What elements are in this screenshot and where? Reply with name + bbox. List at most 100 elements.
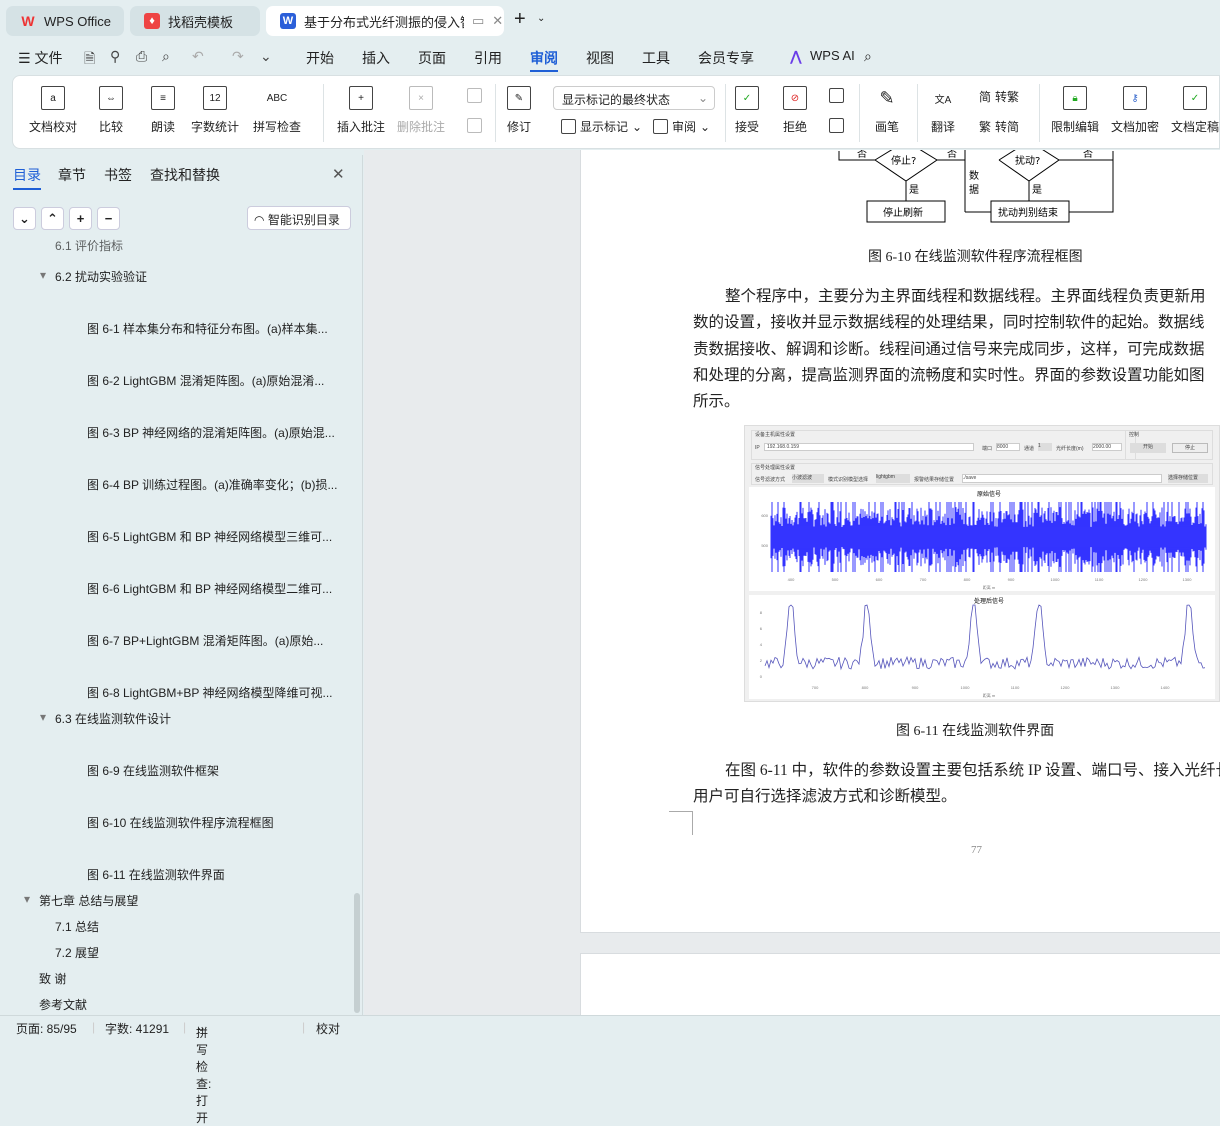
tick-label: 1400 xyxy=(1161,685,1171,690)
tab-wps-office[interactable]: W WPS Office xyxy=(6,6,124,36)
toc-item[interactable]: 图 6-8 LightGBM+BP 神经网络模型降维可视... xyxy=(87,684,333,701)
expand-arrow-icon[interactable]: ▾ xyxy=(24,892,30,906)
close-tab-icon[interactable]: ✕ xyxy=(492,13,503,29)
tab-list-chevron-icon[interactable]: ⌄ xyxy=(537,13,545,24)
read-aloud-button[interactable]: ≡ 朗读 xyxy=(151,86,175,135)
menu-page[interactable]: 页面 xyxy=(418,48,446,68)
menu-view[interactable]: 视图 xyxy=(586,48,614,68)
menu-review[interactable]: 审阅 xyxy=(530,48,558,72)
flow-label-yes: 是 xyxy=(1032,184,1042,196)
sidebar-tab-toc[interactable]: 目录 xyxy=(13,165,41,190)
add-level-button[interactable]: + xyxy=(69,207,92,230)
expand-arrow-icon[interactable]: ▾ xyxy=(40,268,46,282)
prev-change-icon[interactable] xyxy=(829,88,844,103)
close-sidebar-icon[interactable]: ✕ xyxy=(332,165,345,183)
proofread-status[interactable]: 校对 xyxy=(316,1020,340,1037)
chevron-down-icon: ⌄ xyxy=(697,91,708,105)
toc-item[interactable]: 图 6-7 BP+LightGBM 混淆矩阵图。(a)原始... xyxy=(87,632,323,649)
track-changes-button[interactable]: ✎ 修订 xyxy=(507,86,531,135)
tick-label: 1200 xyxy=(1139,577,1149,582)
show-markup-button[interactable]: 显示标记 ⌄ xyxy=(561,118,642,135)
finalize-button[interactable]: ✓ 文档定稿 xyxy=(1171,86,1219,135)
encrypt-button[interactable]: ⚷ 文档加密 xyxy=(1111,86,1159,135)
markup-state-select[interactable]: 显示标记的最终状态 ⌄ xyxy=(553,86,715,110)
toc-item[interactable]: 图 6-11 在线监测软件界面 xyxy=(87,866,225,883)
print-icon[interactable]: ⎙ xyxy=(136,48,147,65)
finalize-icon: ✓ xyxy=(1183,86,1207,110)
next-comment-icon[interactable] xyxy=(467,118,482,133)
expand-down-button[interactable]: ⌄ xyxy=(13,207,36,230)
sidebar-scrollbar[interactable] xyxy=(354,893,360,1013)
toc-item[interactable]: 第七章 总结与展望 xyxy=(39,892,138,909)
spell-check-button[interactable]: ABC 拼写检查 xyxy=(253,86,301,135)
toc-item[interactable]: 致 谢 xyxy=(39,970,66,987)
signal-plots: 原始信号 处理后信号 距离 m 距离 m 400 500 600 700 800 900 1… xyxy=(749,487,1215,699)
toc-item[interactable]: 图 6-5 LightGBM 和 BP 神经网络模型三维可... xyxy=(87,528,332,545)
menu-tools[interactable]: 工具 xyxy=(642,48,670,68)
toc-item[interactable]: 6.3 在线监测软件设计 xyxy=(55,710,171,727)
menu-bar: ☰ 文件 🗎 ⚲ ⎙ ⌕ ↶ ↷ ⌄ 开始 插入 页面 引用 审阅 视图 工具 … xyxy=(0,40,1220,72)
page-indicator[interactable]: 页面: 85/95 xyxy=(16,1020,77,1037)
word-count-button[interactable]: 12 字数统计 xyxy=(191,86,239,135)
margin-corner-mark xyxy=(669,811,693,835)
tab-document[interactable]: W基于分布式光纤测振的侵入智能▭✕ xyxy=(266,6,504,36)
flow-label-no: 否 xyxy=(947,150,957,160)
spell-check-toggle[interactable]: 拼写检查: 打开 ⌄ xyxy=(196,1020,211,1125)
sidebar-tab-chapter[interactable]: 章节 xyxy=(58,165,86,185)
next-change-icon[interactable] xyxy=(829,118,844,133)
tick-label: 1300 xyxy=(1183,577,1193,582)
save-icon[interactable]: 🗎 xyxy=(84,48,95,72)
toc-item[interactable]: 图 6-4 BP 训练过程图。(a)准确率变化；(b)损... xyxy=(87,476,337,493)
toc-item[interactable]: 7.2 展望 xyxy=(55,944,99,961)
redo-icon[interactable]: ↷ xyxy=(232,48,244,65)
search-icon[interactable]: ⌕ xyxy=(864,48,872,65)
toc-item[interactable]: 6.1 评价指标 xyxy=(55,237,123,254)
toc-item[interactable]: 图 6-9 在线监测软件框架 xyxy=(87,762,219,779)
to-simplified-button[interactable]: 繁转简 xyxy=(979,118,1019,135)
menu-member[interactable]: 会员专享 xyxy=(698,48,754,68)
menu-reference[interactable]: 引用 xyxy=(474,48,502,68)
toc-item[interactable]: 图 6-1 样本集分布和特征分布图。(a)样本集... xyxy=(87,320,328,337)
expand-arrow-icon[interactable]: ▾ xyxy=(40,710,46,724)
menu-insert[interactable]: 插入 xyxy=(362,48,390,68)
plot2-title: 处理后信号 xyxy=(974,597,1004,605)
menu-start[interactable]: 开始 xyxy=(306,48,334,68)
new-tab-button[interactable]: + xyxy=(514,8,526,31)
toc-item[interactable]: 图 6-3 BP 神经网络的混淆矩阵图。(a)原始混... xyxy=(87,424,335,441)
wps-ai-button[interactable]: WPS AI xyxy=(810,48,855,63)
print-preview-icon[interactable]: ⌕ xyxy=(162,48,170,65)
monitor-icon[interactable]: ▭ xyxy=(472,13,484,29)
word-doc-icon: W xyxy=(280,13,296,29)
toc-item[interactable]: 图 6-10 在线监测软件程序流程框图 xyxy=(87,814,274,831)
delete-comment-button[interactable]: × 删除批注 xyxy=(397,86,445,135)
remove-level-button[interactable]: − xyxy=(97,207,120,230)
toc-item[interactable]: 7.1 总结 xyxy=(55,918,99,935)
toc-item[interactable]: 图 6-2 LightGBM 混淆矩阵图。(a)原始混淆... xyxy=(87,372,324,389)
tick-label: 1300 xyxy=(1111,685,1121,690)
sidebar-tab-bookmark[interactable]: 书签 xyxy=(104,165,132,185)
tab-template[interactable]: ♦ 找稻壳模板 xyxy=(130,6,260,36)
file-menu[interactable]: ☰ 文件 xyxy=(18,48,62,68)
prev-comment-icon[interactable] xyxy=(467,88,482,103)
word-count-indicator[interactable]: 字数: 41291 xyxy=(105,1020,169,1037)
undo-icon[interactable]: ↶ xyxy=(192,48,204,65)
translate-button[interactable]: 文A 翻译 xyxy=(931,86,955,135)
toc-item[interactable]: 6.2 扰动实验验证 xyxy=(55,268,147,285)
to-traditional-button[interactable]: 简转繁 xyxy=(979,88,1019,105)
restrict-edit-button[interactable]: 🔒︎ 限制编辑 xyxy=(1051,86,1099,135)
accept-button[interactable]: ✓ 接受 xyxy=(735,86,759,135)
proofread-button[interactable]: a 文档校对 xyxy=(29,86,77,135)
toc-item[interactable]: 参考文献 xyxy=(39,996,87,1013)
reject-button[interactable]: ⊘ 拒绝 xyxy=(783,86,807,135)
collapse-up-button[interactable]: ⌃ xyxy=(41,207,64,230)
pen-button[interactable]: ✎ 画笔 xyxy=(875,86,899,135)
sidebar-tab-find[interactable]: 查找和替换 xyxy=(150,165,220,185)
format-painter-icon[interactable]: ⚲ xyxy=(110,48,120,65)
more-chevron-icon[interactable]: ⌄ xyxy=(260,48,272,65)
compare-button[interactable]: ⇔ 比较 xyxy=(99,86,123,135)
smart-toc-button[interactable]: ◠ 智能识别目录 xyxy=(247,206,351,230)
plot2-xlabel: 距离 m xyxy=(983,692,996,698)
review-pane-button[interactable]: 审阅 ⌄ xyxy=(653,118,710,135)
toc-item[interactable]: 图 6-6 LightGBM 和 BP 神经网络模型二维可... xyxy=(87,580,332,597)
insert-comment-button[interactable]: + 插入批注 xyxy=(337,86,385,135)
